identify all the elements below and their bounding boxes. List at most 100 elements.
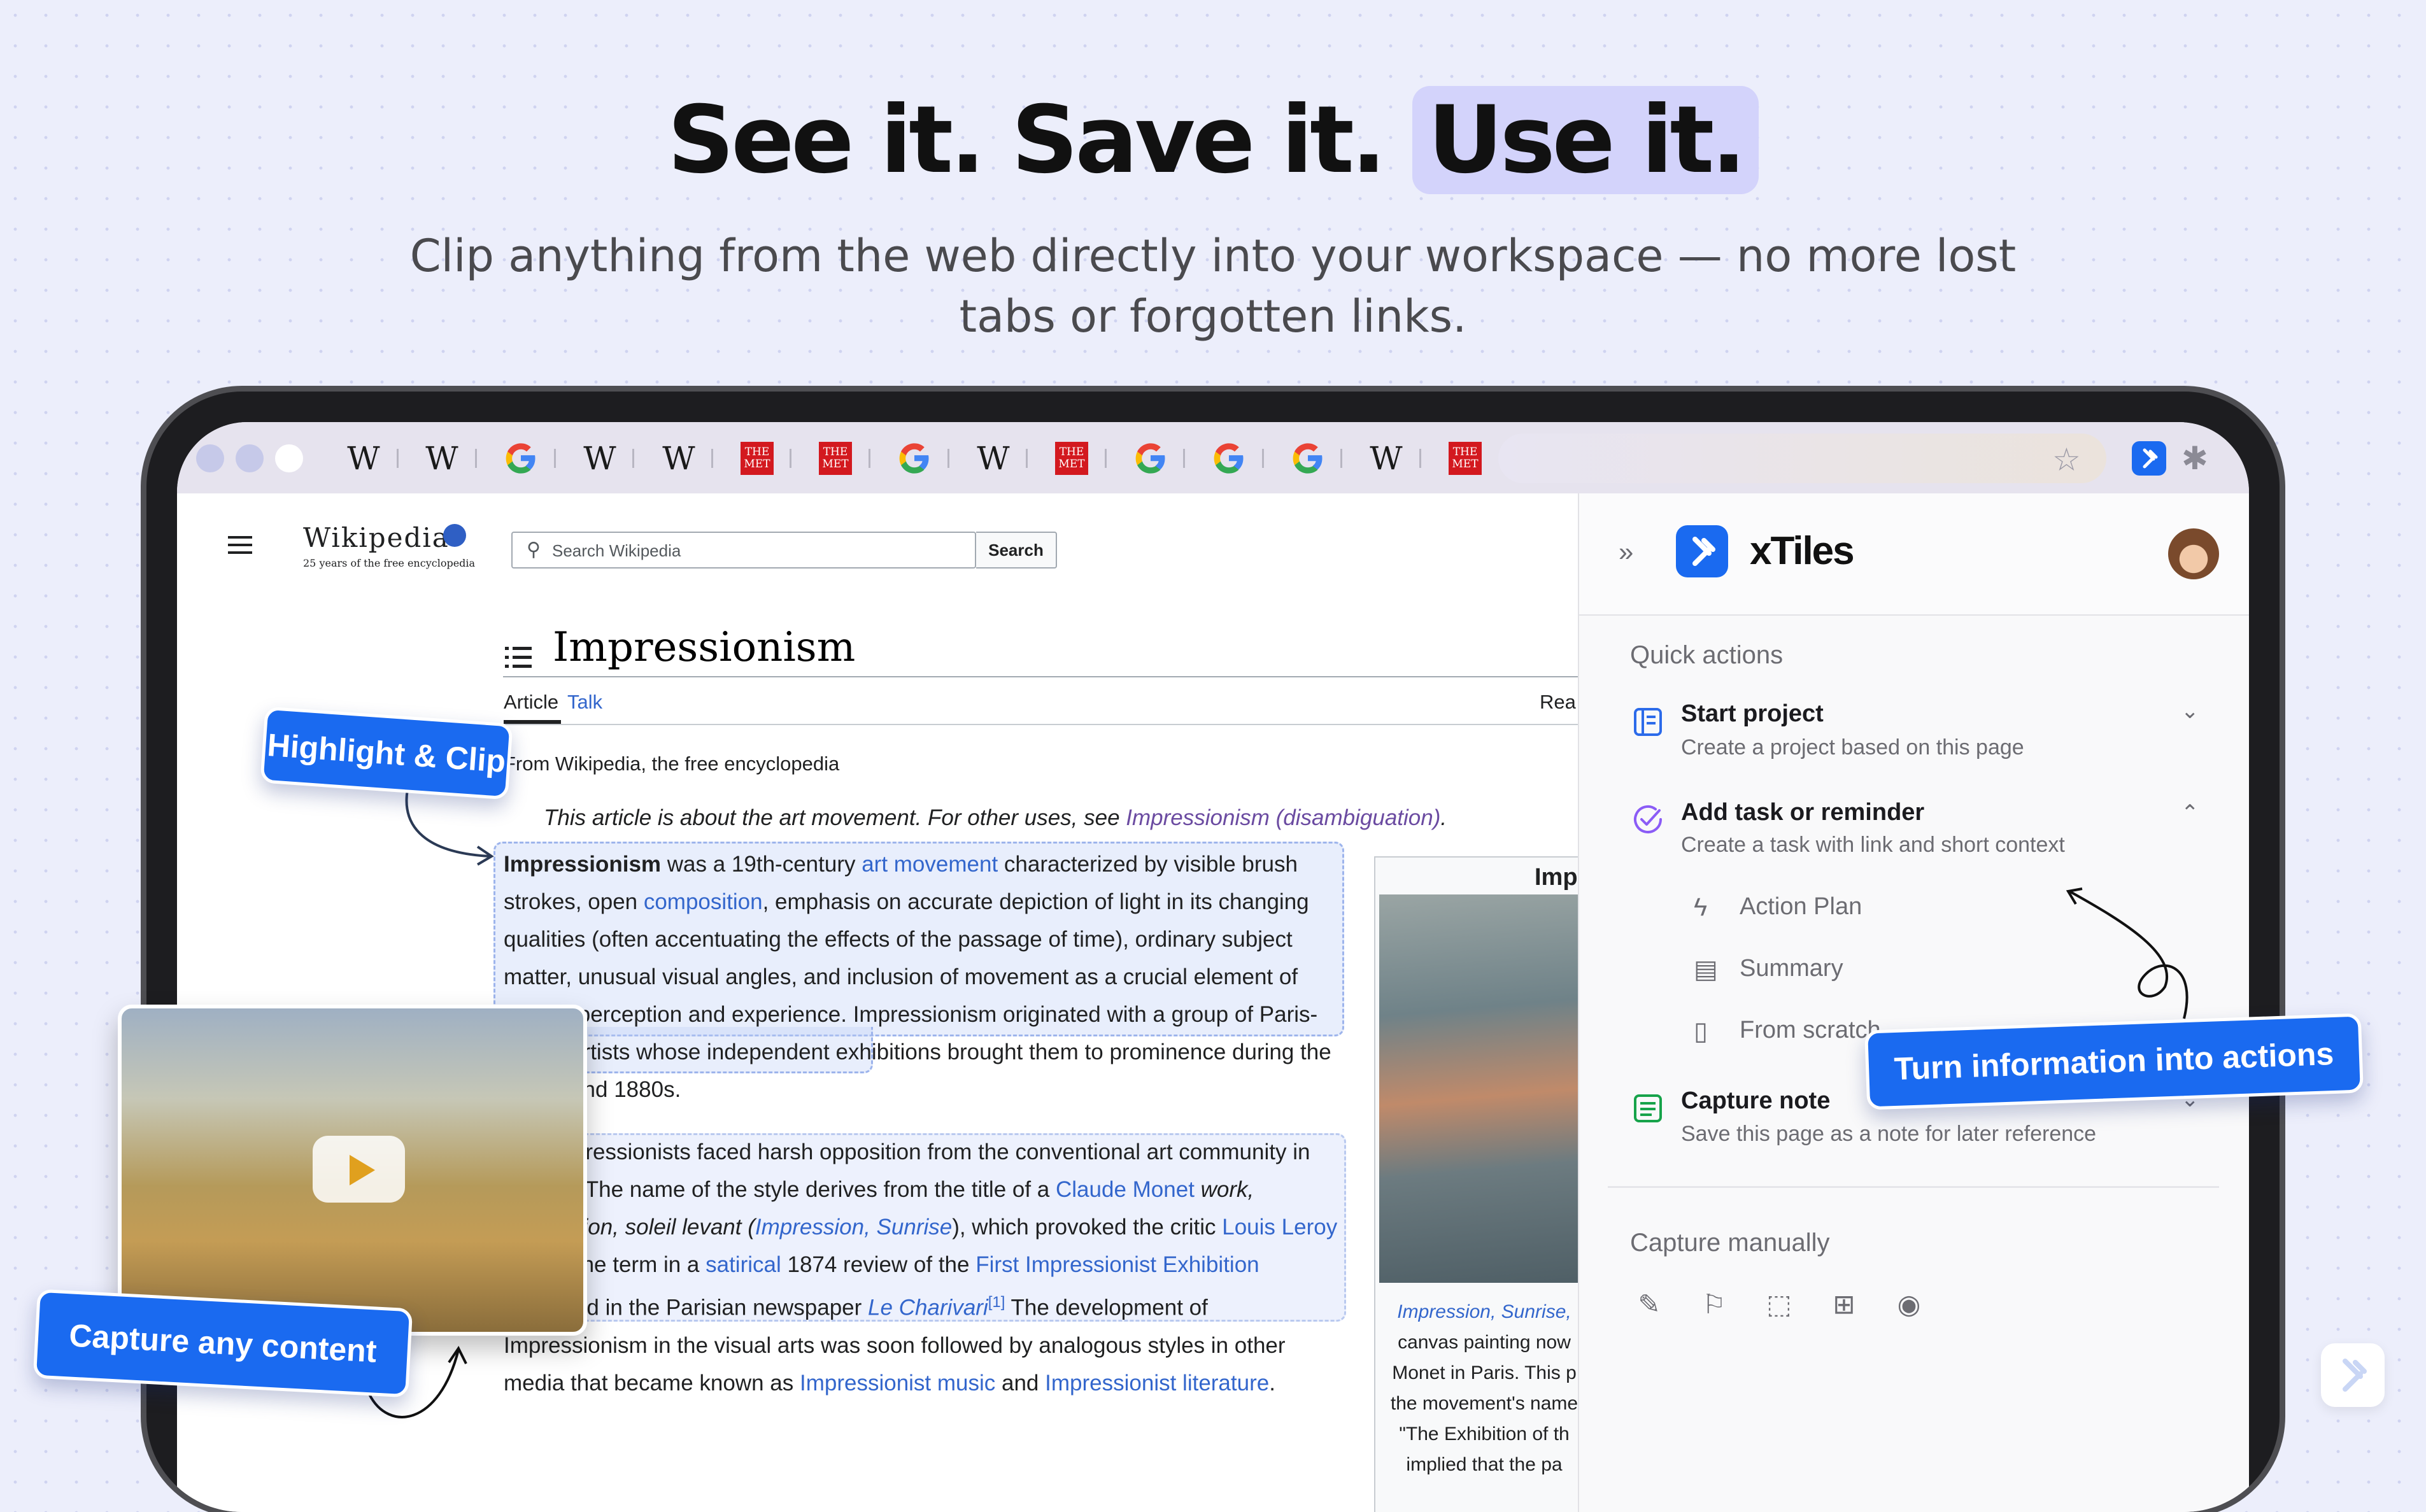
xtiles-logo-icon <box>2343 1359 2367 1392</box>
link-impressionist-music[interactable]: Impressionist music <box>800 1371 995 1395</box>
bookmark-icon[interactable]: ⚐ <box>1699 1289 1729 1320</box>
hero-title-highlight: Use it. <box>1412 86 1759 194</box>
play-icon[interactable] <box>313 1136 405 1203</box>
link-composition[interactable]: composition <box>644 889 763 914</box>
caption-link[interactable]: Impression, Sunrise, <box>1397 1301 1571 1322</box>
text-run: and <box>995 1370 1046 1395</box>
window-minimize-button[interactable] <box>236 444 264 472</box>
intro-paragraph-2: The Impressionists faced harsh oppositio… <box>504 1133 1344 1402</box>
text-run: ), which provoked the critic <box>952 1215 1223 1240</box>
user-avatar[interactable] <box>2168 528 2219 579</box>
citation-1[interactable]: [1] <box>988 1294 1005 1311</box>
tab-wikipedia[interactable]: W <box>970 437 1016 479</box>
tab-google[interactable] <box>1206 437 1252 479</box>
action-plan-option[interactable]: Action Plan <box>1740 893 1862 921</box>
google-icon <box>899 443 929 474</box>
link-first-impressionist-exhibition[interactable]: First Impressionist Exhibition <box>975 1252 1259 1277</box>
infobox: Impr Impression, Sunrise, canvas paintin… <box>1374 856 1589 1512</box>
tab-wikipedia[interactable]: W <box>577 437 623 479</box>
chevron-up-icon[interactable]: ⌃ <box>2181 800 2199 826</box>
tab-the-met[interactable]: THE MET <box>1049 437 1095 479</box>
extensions-puzzle-icon[interactable]: ✱ <box>2181 440 2208 477</box>
google-icon <box>1293 443 1323 474</box>
address-bar[interactable] <box>1498 434 2106 483</box>
tab-separator <box>632 449 634 468</box>
tab-separator <box>1419 449 1421 468</box>
browser-screen: W W W W THE MET THE MET W THE MET W THE … <box>177 422 2249 1512</box>
browser-tab-bar: W W W W THE MET THE MET W THE MET W THE … <box>177 422 2249 493</box>
start-project-title[interactable]: Start project <box>1681 700 1824 728</box>
capture-note-title[interactable]: Capture note <box>1681 1087 1830 1115</box>
xtiles-extension-button[interactable] <box>2132 441 2166 476</box>
tab-wikipedia[interactable]: W <box>419 437 465 479</box>
tab-article[interactable]: Article <box>504 691 558 714</box>
capture-note-desc: Save this page as a note for later refer… <box>1681 1122 2097 1146</box>
wikipedia-favicon: W <box>662 440 695 477</box>
wikipedia-favicon: W <box>1370 440 1403 477</box>
tab-the-met[interactable]: THE MET <box>1442 437 1488 479</box>
main-menu-icon[interactable] <box>228 536 252 554</box>
link-impression-sunrise[interactable]: Impression, Sunrise <box>755 1215 952 1240</box>
disambiguation-link[interactable]: Impressionism (disambiguation) <box>1126 805 1440 830</box>
tabs-divider <box>503 724 1585 725</box>
text-run: was a 19th-century <box>661 852 862 877</box>
window-close-button[interactable] <box>196 444 224 472</box>
tab-separator <box>1262 449 1264 468</box>
tab-read[interactable]: Rea <box>1540 691 1576 714</box>
add-task-title[interactable]: Add task or reminder <box>1681 799 1924 826</box>
link-art-movement[interactable]: art movement <box>862 852 998 877</box>
link-louis-leroy[interactable]: Louis Leroy <box>1222 1215 1337 1240</box>
table-of-contents-icon[interactable] <box>505 645 532 670</box>
link-impressionist-literature[interactable]: Impressionist literature <box>1045 1371 1269 1395</box>
wikipedia-tagline: 25 years of the free encyclopedia <box>303 557 476 569</box>
link-le-charivari[interactable]: Le Charivari <box>868 1296 988 1320</box>
tab-wikipedia[interactable]: W <box>656 437 702 479</box>
camera-icon[interactable]: ◉ <box>1894 1289 1924 1320</box>
search-icon: ⚲ <box>527 539 541 560</box>
wikipedia-search-button[interactable]: Search <box>976 532 1057 569</box>
hatnote-text: This article is about the art movement. … <box>544 805 1126 830</box>
met-favicon: THE MET <box>1449 442 1482 475</box>
tab-google[interactable] <box>1128 437 1174 479</box>
tab-the-met[interactable]: THE MET <box>812 437 858 479</box>
tab-wikipedia[interactable]: W <box>1363 437 1409 479</box>
tab-separator <box>869 449 870 468</box>
wikipedia-search-input[interactable]: ⚲ Search Wikipedia <box>511 532 976 569</box>
chevron-down-icon[interactable]: ⌄ <box>2181 698 2199 724</box>
caption-line: the movement's name <box>1390 1393 1578 1414</box>
select-area-icon[interactable]: ⬚ <box>1764 1289 1794 1320</box>
from-scratch-option[interactable]: From scratch <box>1740 1017 1881 1044</box>
link-satirical[interactable]: satirical <box>706 1252 781 1277</box>
tab-separator <box>711 449 713 468</box>
task-check-icon <box>1634 805 1662 833</box>
xtiles-logo-icon <box>1692 537 1715 566</box>
text-run: 1874 review of the <box>781 1252 976 1277</box>
tab-wikipedia[interactable]: W <box>341 437 387 479</box>
tab-google[interactable] <box>498 437 544 479</box>
tab-separator <box>1340 449 1342 468</box>
link-claude-monet[interactable]: Claude Monet <box>1056 1177 1195 1202</box>
tab-google[interactable] <box>891 437 937 479</box>
text-run: . <box>1269 1370 1275 1395</box>
pencil-icon[interactable]: ✎ <box>1634 1289 1664 1320</box>
summary-option[interactable]: Summary <box>1740 955 1843 982</box>
tab-google[interactable] <box>1285 437 1331 479</box>
tab-separator <box>947 449 949 468</box>
blank-document-icon: ▯ <box>1694 1017 1708 1045</box>
panel-brand-name: xTiles <box>1750 529 1855 573</box>
quick-actions-header: Quick actions <box>1630 641 1784 669</box>
tab-the-met[interactable]: THE MET <box>734 437 780 479</box>
collapse-panel-icon[interactable]: » <box>1619 537 1633 567</box>
wikipedia-favicon: W <box>977 440 1010 477</box>
window-maximize-button[interactable] <box>275 444 303 472</box>
impression-sunrise-painting[interactable] <box>1379 894 1589 1283</box>
tab-talk[interactable]: Talk <box>567 691 602 714</box>
bookmark-star-icon[interactable]: ☆ <box>2052 441 2081 478</box>
tab-separator <box>397 449 399 468</box>
hero-title-part1: See it. Save it. <box>667 86 1413 194</box>
video-thumbnail-card[interactable] <box>118 1005 587 1336</box>
wikipedia-logo[interactable]: Wikipedia <box>303 522 450 553</box>
caption-line: "The Exhibition of th <box>1399 1424 1570 1445</box>
note-icon <box>1634 1094 1662 1122</box>
add-block-icon[interactable]: ⊞ <box>1829 1289 1859 1320</box>
